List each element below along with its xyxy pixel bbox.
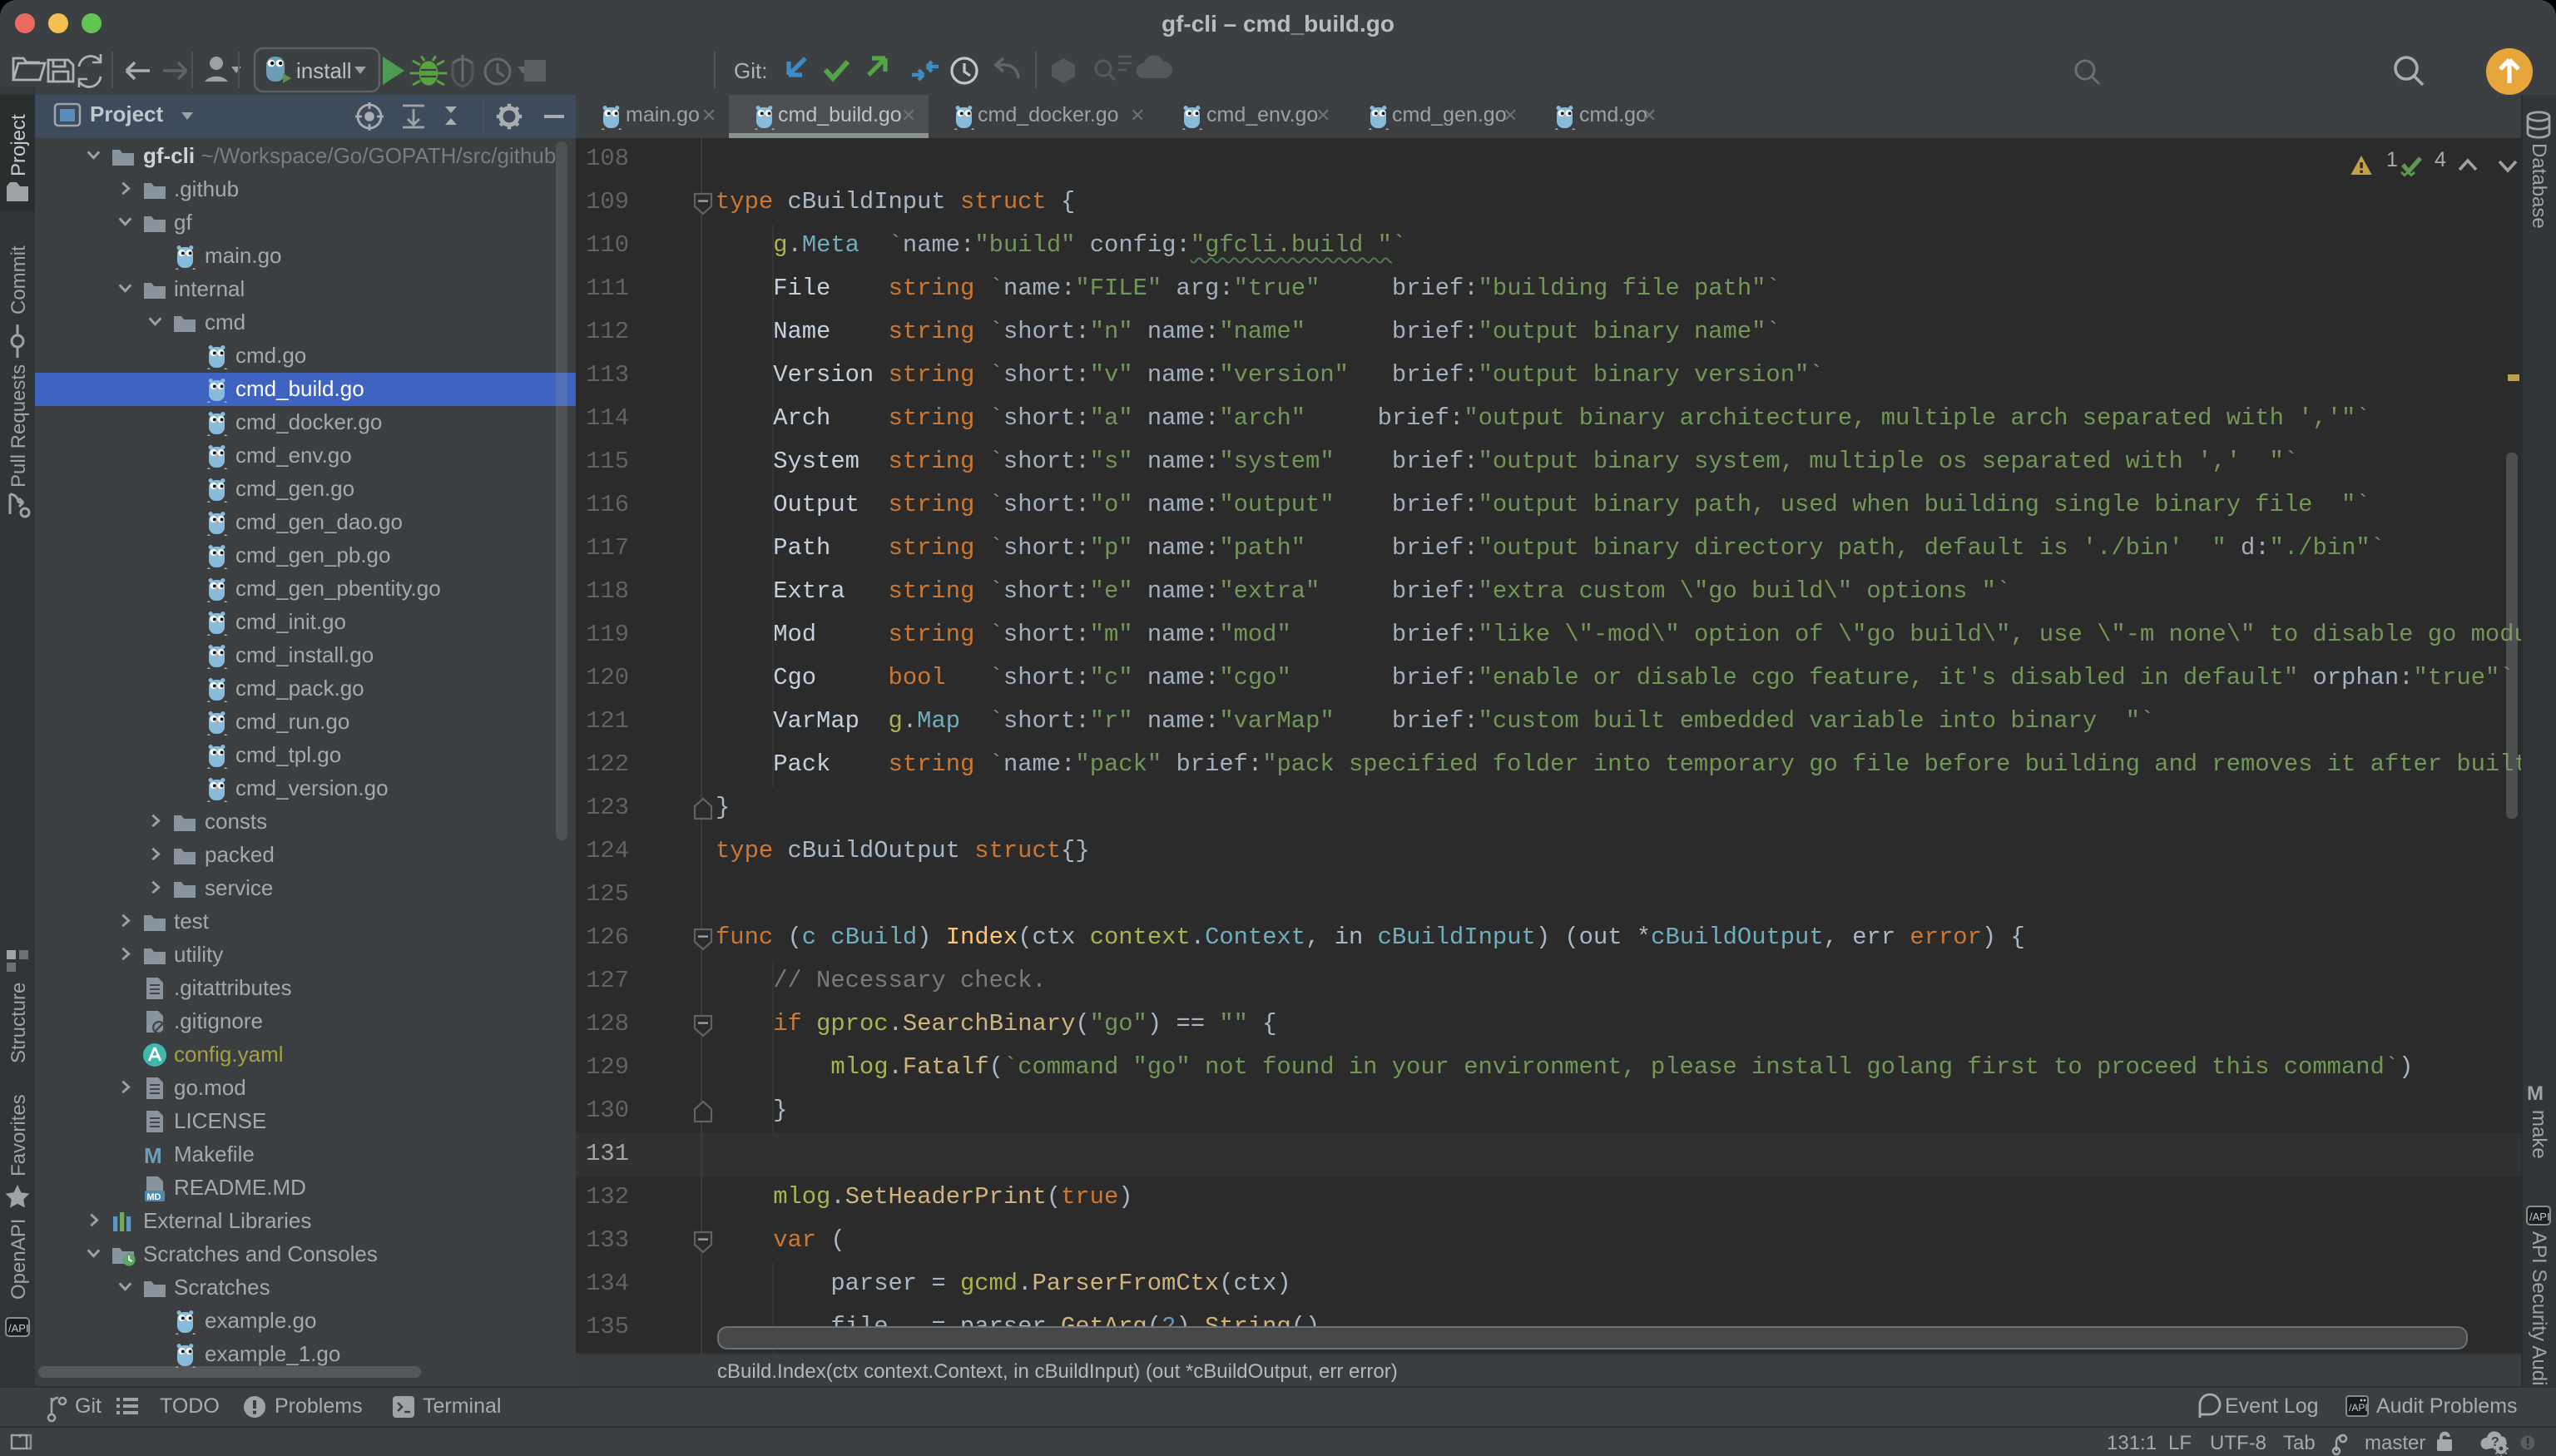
svg-text:/API: /API [8,1322,29,1335]
svg-text:Git:: Git: [734,58,767,83]
svg-text:M: M [2527,1082,2544,1105]
svg-text:/API: /API [2529,1211,2550,1223]
svg-text:install: install [296,58,351,83]
svg-text:/API: /API [2349,1402,2368,1414]
